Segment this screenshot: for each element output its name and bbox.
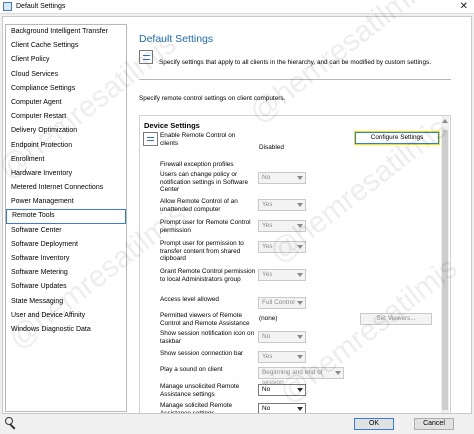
remote-control-status: Disabled — [259, 144, 284, 151]
setting-label: Manage solicited Remote Assistance setti… — [160, 402, 233, 413]
setting-label: Prompt user for permission to transfer c… — [160, 240, 244, 262]
sidebar-item[interactable]: Cloud Services — [6, 68, 126, 82]
chevron-down-icon — [297, 335, 303, 339]
group-title: Device Settings — [144, 121, 200, 130]
setting-label: Show session connection bar — [160, 350, 244, 357]
section-description: Specify remote control settings on clien… — [139, 95, 286, 102]
chevron-down-icon — [297, 407, 303, 411]
configure-settings-button[interactable]: Configure Settings — [354, 131, 440, 145]
sidebar-item[interactable]: User and Device Affinity — [6, 309, 126, 323]
set-viewers-button[interactable]: Set Viewers... — [360, 313, 432, 325]
setting-label: Grant Remote Control permission to local… — [160, 268, 256, 283]
sidebar-item[interactable]: Client Policy — [6, 53, 126, 67]
setting-dropdown[interactable]: No — [258, 331, 306, 343]
setting-value: (none) — [259, 315, 278, 322]
sidebar-item[interactable]: Software Center — [6, 224, 126, 238]
window-title: Default Settings — [16, 3, 66, 10]
chevron-down-icon — [297, 203, 303, 207]
vertical-scrollbar[interactable] — [441, 116, 449, 413]
setting-label: Show session notification icon on taskba… — [160, 330, 255, 345]
setting-label: Access level allowed — [160, 296, 219, 303]
setting-label: Users can change policy or notification … — [160, 171, 249, 193]
sidebar-item[interactable]: Enrollment — [6, 153, 126, 167]
dropdown-value: No — [262, 333, 271, 340]
setting-label: Manage unsolicited Remote Assistance set… — [160, 383, 240, 398]
setting-label: Allow Remote Control of an unattended co… — [160, 198, 238, 213]
dropdown-value: Yes — [262, 271, 273, 278]
sidebar-item[interactable]: Background Intelligent Transfer — [6, 25, 126, 39]
dropdown-value: Yes — [262, 353, 273, 360]
setting-label: Prompt user for Remote Control permissio… — [160, 219, 251, 234]
setting-dropdown[interactable]: Yes — [258, 351, 306, 363]
sidebar-item[interactable]: Compliance Settings — [6, 82, 126, 96]
help-icon[interactable] — [4, 416, 18, 430]
chevron-down-icon — [297, 301, 303, 305]
sidebar-item[interactable]: Remote Tools — [6, 209, 126, 224]
sidebar-item[interactable]: Power Management — [6, 195, 126, 209]
scroll-thumb[interactable] — [442, 130, 448, 410]
sidebar-item[interactable]: Windows Diagnostic Data — [6, 323, 126, 337]
close-icon[interactable]: ✕ — [460, 1, 468, 12]
sidebar-item[interactable]: Software Metering — [6, 266, 126, 280]
setting-dropdown[interactable]: No — [258, 384, 306, 396]
chevron-down-icon — [297, 176, 303, 180]
settings-category-list: Background Intelligent Transfer Client Ca… — [5, 24, 127, 412]
setting-dropdown[interactable]: Full Control — [258, 297, 306, 309]
dropdown-value: Full Control — [262, 299, 295, 306]
setting-dropdown[interactable]: No — [258, 403, 306, 413]
dropdown-value: Yes — [262, 201, 273, 208]
remote-control-label: Enable Remote Control on clients — [160, 132, 236, 147]
setting-dropdown[interactable]: Yes — [258, 241, 306, 253]
sidebar-item[interactable]: Computer Agent — [6, 96, 126, 110]
chevron-down-icon — [297, 224, 303, 228]
setting-dropdown[interactable]: Yes — [258, 220, 306, 232]
sidebar-item[interactable]: Endpoint Protection — [6, 139, 126, 153]
dropdown-value: No — [262, 174, 271, 181]
sidebar-item[interactable]: State Messaging — [6, 295, 126, 309]
title-bar: Default Settings ✕ — [0, 0, 474, 14]
setting-dropdown[interactable]: Beginning and end of session — [258, 367, 344, 386]
setting-label: Play a sound on client — [160, 366, 223, 373]
chevron-down-icon — [297, 388, 303, 392]
dropdown-value: No — [262, 386, 271, 393]
cancel-button[interactable]: Cancel — [414, 418, 454, 430]
scroll-up-arrow-icon[interactable] — [442, 119, 448, 123]
sidebar-item[interactable]: Software Inventory — [6, 252, 126, 266]
sidebar-item[interactable]: Metered Internet Connections — [6, 181, 126, 195]
firewall-profiles-label: Firewall exception profiles — [160, 161, 234, 168]
chevron-down-icon — [297, 355, 303, 359]
settings-page-icon — [139, 50, 153, 64]
main-panel: Default Settings Specify settings that a… — [131, 0, 464, 413]
dropdown-value: Yes — [262, 243, 273, 250]
sidebar-item[interactable]: Software Updates — [6, 280, 126, 294]
setting-dropdown[interactable]: No — [258, 172, 306, 184]
ok-button[interactable]: OK — [354, 418, 394, 430]
chevron-down-icon — [297, 245, 303, 249]
setting-label: Permitted viewers of Remote Control and … — [160, 312, 250, 327]
setting-dropdown[interactable]: Yes — [258, 269, 306, 281]
sidebar-item[interactable]: Software Deployment — [6, 238, 126, 252]
divider — [139, 79, 451, 80]
sidebar-item[interactable]: Hardware Inventory — [6, 167, 126, 181]
sidebar-item[interactable]: Client Cache Settings — [6, 39, 126, 53]
intro-text: Specify settings that apply to all clien… — [159, 59, 431, 66]
page-title: Default Settings — [139, 33, 214, 45]
dropdown-value: Yes — [262, 222, 273, 229]
chevron-down-icon — [297, 273, 303, 277]
chevron-down-icon — [335, 371, 341, 375]
setting-dropdown[interactable]: Yes — [258, 199, 306, 211]
dropdown-value: No — [262, 405, 271, 412]
sidebar-item[interactable]: Delivery Optimization — [6, 124, 126, 138]
remote-control-icon — [143, 132, 158, 146]
app-icon — [3, 2, 12, 11]
sidebar-item[interactable]: Computer Restart — [6, 110, 126, 124]
device-settings-group: Device Settings Enable Remote Control on… — [139, 115, 451, 413]
